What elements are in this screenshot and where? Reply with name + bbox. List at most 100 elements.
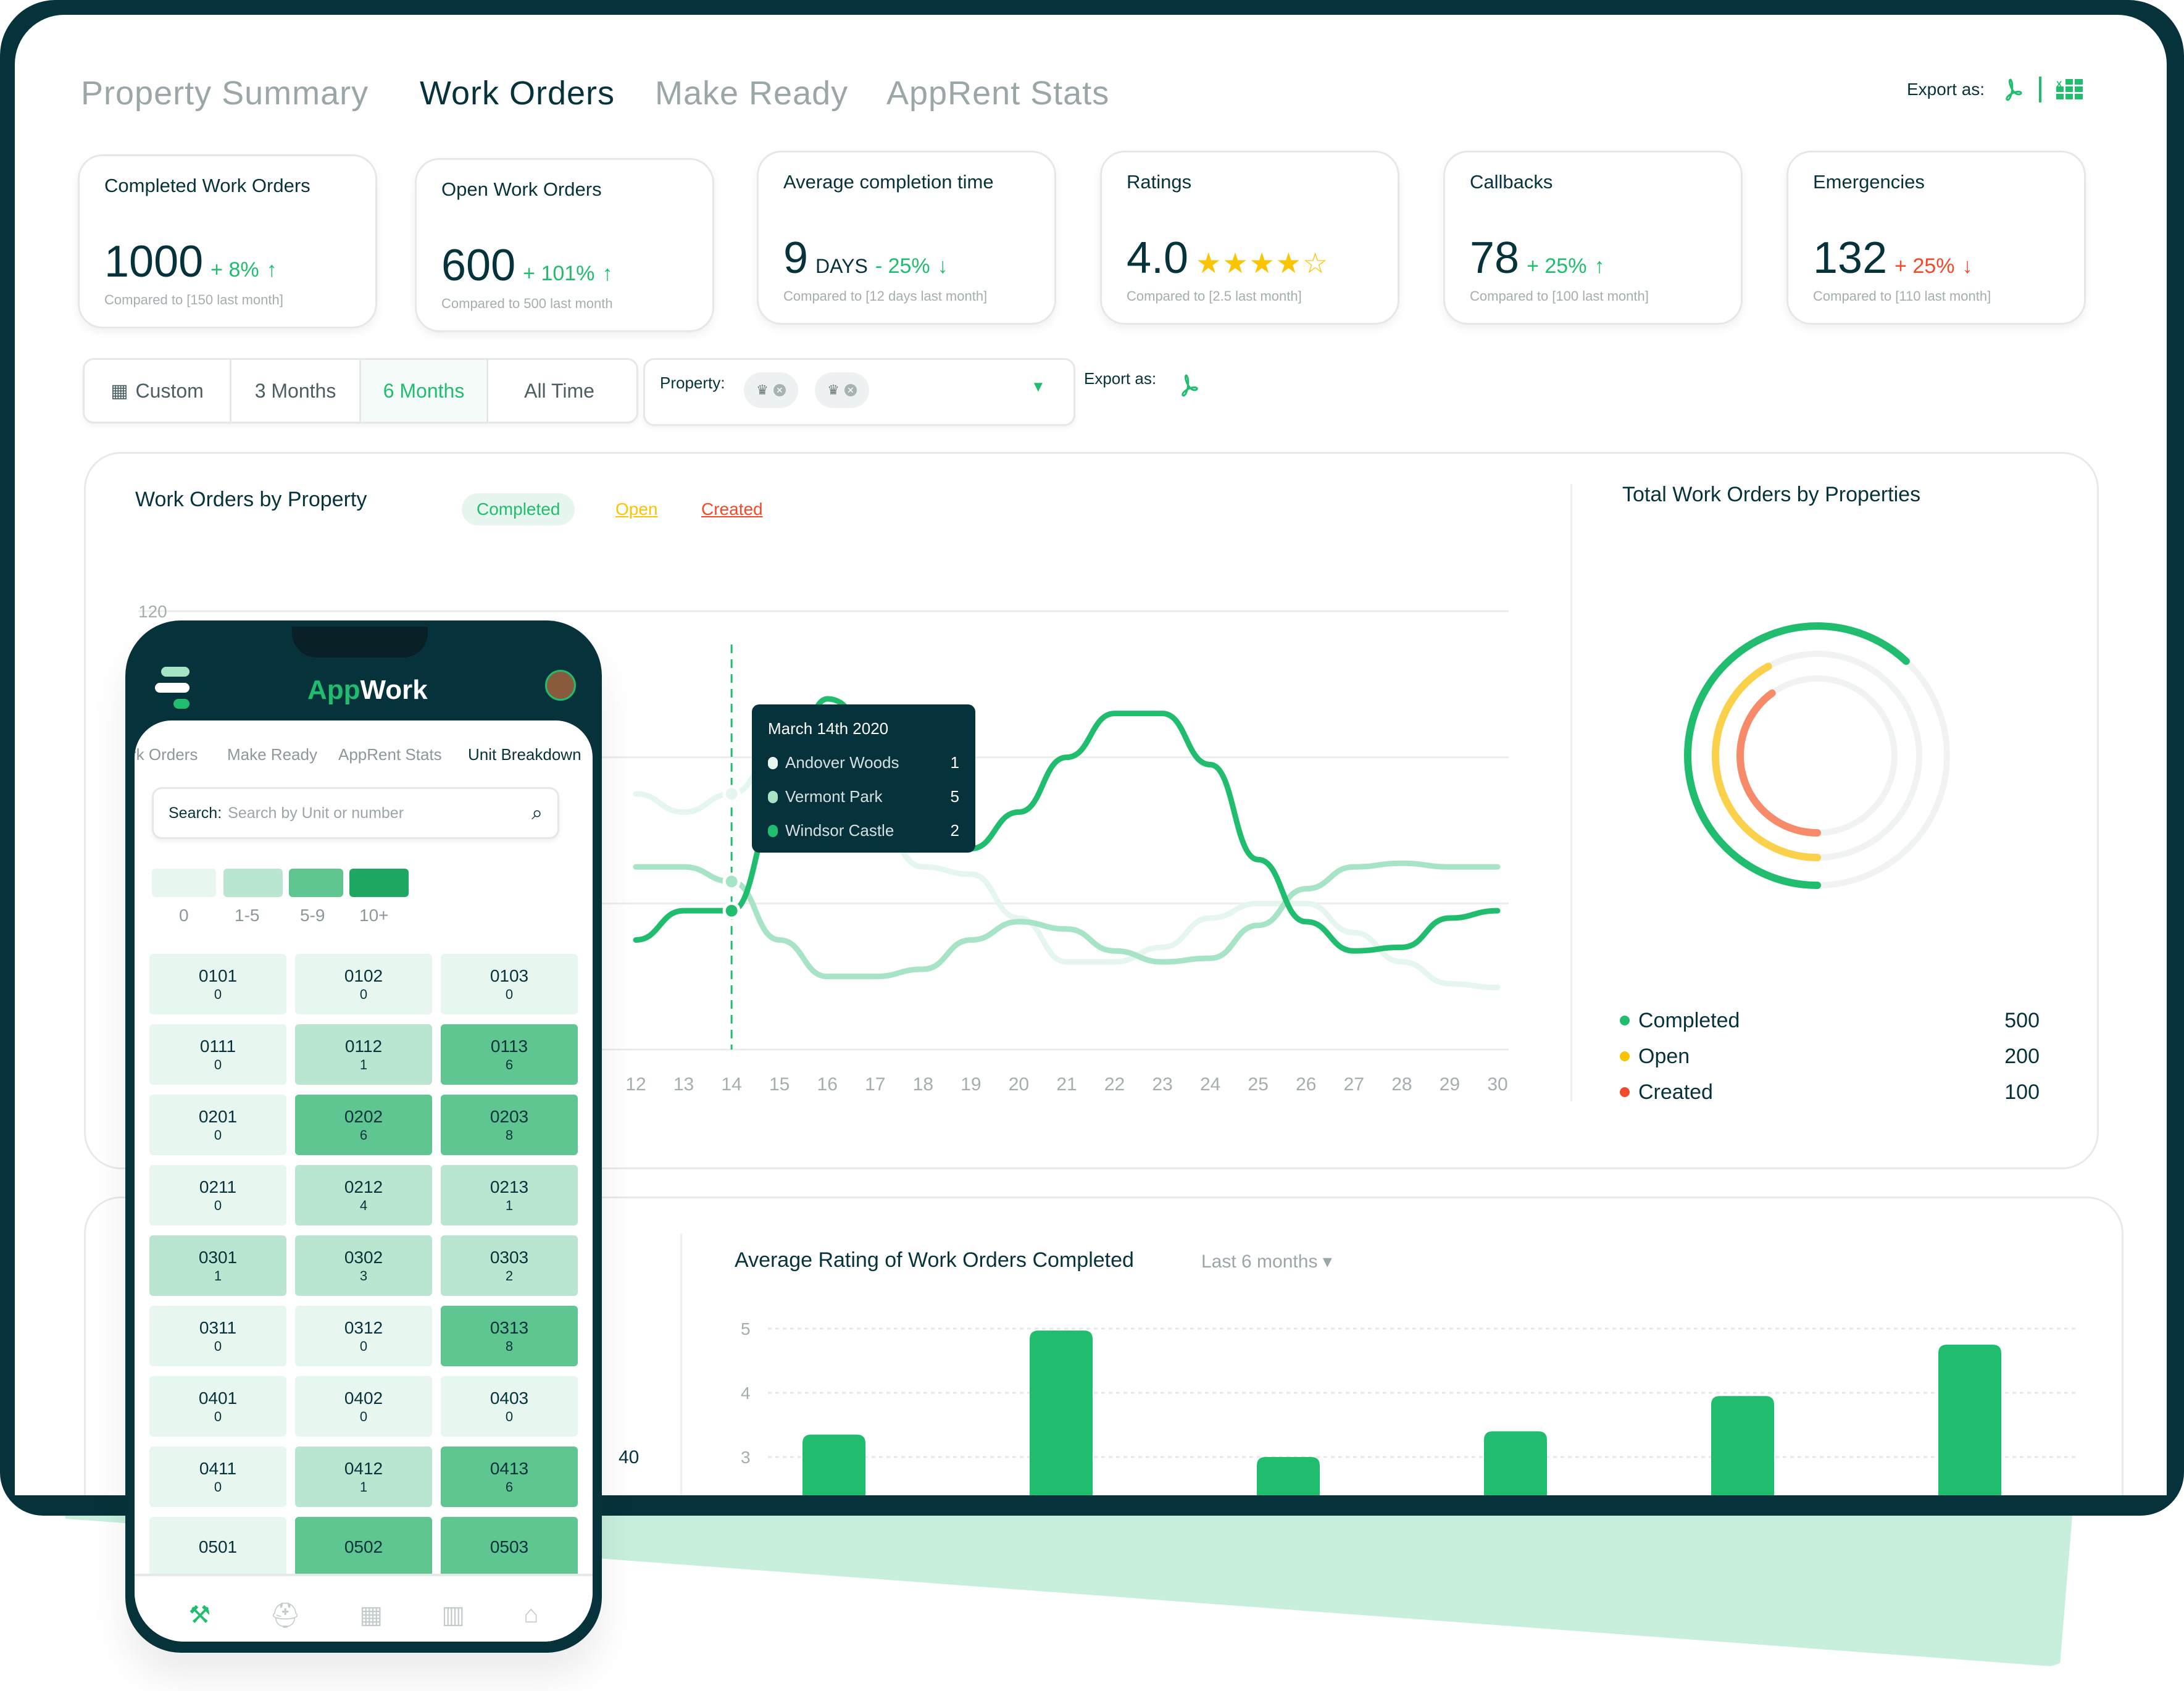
unit-number: 0202 [344,1107,383,1126]
bar-4 [1484,1431,1547,1495]
unit-count: 1 [505,1197,514,1213]
unit-cell[interactable]: 0501 [149,1517,286,1577]
calendar-icon[interactable]: ▦ [359,1601,383,1629]
unit-cell[interactable]: 0201 0 [149,1095,286,1155]
unit-cell[interactable]: 0301 1 [149,1235,286,1296]
unit-cell[interactable]: 0113 6 [441,1024,578,1085]
unit-count: 1 [359,1479,368,1495]
unit-cell[interactable]: 0312 0 [295,1306,432,1366]
unit-number: 0213 [490,1177,529,1196]
unit-cell[interactable]: 0302 3 [295,1235,432,1296]
unit-number: 0403 [490,1388,529,1408]
y-tick-label: 3 [741,1448,751,1467]
unit-count: 6 [505,1056,514,1072]
unit-number: 0211 [199,1177,237,1196]
phone-tab-work-orders[interactable]: rk Orders [135,745,198,764]
menu-bar [155,683,190,693]
unit-count: 8 [505,1127,514,1143]
unit-cell[interactable]: 0502 [295,1517,432,1577]
unit-number: 0411 [199,1459,237,1478]
scale-swatch [349,869,409,897]
unit-cell[interactable]: 0111 0 [149,1024,286,1085]
unit-number: 0502 [344,1537,383,1557]
unit-cell[interactable]: 0203 8 [441,1095,578,1155]
unit-number: 0413 [490,1459,529,1478]
app-logo: AppWork [307,675,428,706]
unit-cell[interactable]: 0401 0 [149,1376,286,1437]
unit-number: 0412 [344,1459,383,1478]
unit-cell[interactable]: 0213 1 [441,1165,578,1225]
unit-cell[interactable]: 0411 0 [149,1447,286,1507]
unit-number: 0311 [199,1318,237,1337]
unit-search-input[interactable]: Search: Search by Unit or number ⌕ [152,787,559,839]
chart-icon[interactable]: ▥ [441,1601,465,1629]
hardhat-icon[interactable]: ⛑ [270,1601,301,1630]
unit-number: 0101 [198,966,238,985]
unit-count: 0 [214,1197,222,1213]
unit-cell[interactable]: 0303 2 [441,1235,578,1296]
unit-cell[interactable]: 0402 0 [295,1376,432,1437]
drill-icon[interactable]: ⚒ [189,1601,211,1629]
unit-number: 0303 [490,1248,529,1267]
bar-6 [1938,1345,2001,1495]
bar-2 [1030,1330,1093,1495]
unit-number: 0402 [344,1388,383,1408]
logo-part: Work [360,675,428,705]
phone-tab-unit-breakdown[interactable]: Unit Breakdown [468,745,581,764]
unit-count: 0 [505,1408,514,1424]
unit-number: 0111 [199,1037,236,1056]
unit-cell[interactable]: 0103 0 [441,954,578,1014]
unit-count: 2 [505,1267,514,1284]
scale-label: 10+ [359,906,389,925]
unit-count: 6 [505,1479,514,1495]
menu-icon[interactable] [155,667,190,709]
unit-cell[interactable]: 0212 4 [295,1165,432,1225]
unit-cell[interactable]: 0211 0 [149,1165,286,1225]
unit-number: 0103 [490,966,529,985]
search-icon[interactable]: ⌕ [531,801,543,825]
scale-swatch [223,869,283,897]
unit-cell[interactable]: 0503 [441,1517,578,1577]
unit-number: 0302 [344,1248,383,1267]
bar-3 [1257,1457,1320,1495]
unit-cell[interactable]: 0101 0 [149,954,286,1014]
scale-label: 5-9 [300,906,325,925]
unit-cell[interactable]: 0311 0 [149,1306,286,1366]
unit-cell[interactable]: 0102 0 [295,954,432,1014]
unit-number: 0503 [490,1537,529,1557]
menu-bar [173,699,190,709]
phone-tab-apprent-stats[interactable]: AppRent Stats [338,745,442,764]
unit-count: 0 [214,1338,222,1354]
unit-number: 0203 [490,1107,529,1126]
scale-label: 0 [179,906,189,925]
unit-number: 0201 [198,1107,238,1126]
bar-5 [1711,1396,1774,1495]
unit-count: 0 [214,1056,222,1072]
avatar[interactable] [545,670,576,701]
unit-number: 0113 [490,1037,528,1056]
unit-count: 0 [359,986,368,1002]
y-tick-label: 5 [741,1319,751,1338]
unit-count: 0 [214,1127,222,1143]
bar-1 [802,1434,865,1495]
unit-cell[interactable]: 0403 0 [441,1376,578,1437]
phone-tab-make-ready[interactable]: Make Ready [227,745,317,764]
search-label: Search: [169,804,222,822]
unit-cell[interactable]: 0313 8 [441,1306,578,1366]
phone-notch [292,627,428,658]
unit-count: 0 [214,1479,222,1495]
unit-cell[interactable]: 0413 6 [441,1447,578,1507]
unit-number: 0301 [198,1248,238,1267]
unit-cell[interactable]: 0202 6 [295,1095,432,1155]
phone-screen: rk Orders Make Ready AppRent Stats Unit … [135,720,593,1642]
menu-bar [161,667,190,677]
unit-cell[interactable]: 0412 1 [295,1447,432,1507]
phone-bottom-nav: ⚒ ⛑ ▦ ▥ ⌂ [135,1574,593,1642]
unit-number: 0212 [344,1177,383,1196]
scale-swatch [152,869,216,897]
scale-swatch [289,869,343,897]
unit-number: 0312 [344,1318,383,1337]
unit-cell[interactable]: 0112 1 [295,1024,432,1085]
unit-count: 0 [505,986,514,1002]
store-icon[interactable]: ⌂ [523,1601,538,1629]
